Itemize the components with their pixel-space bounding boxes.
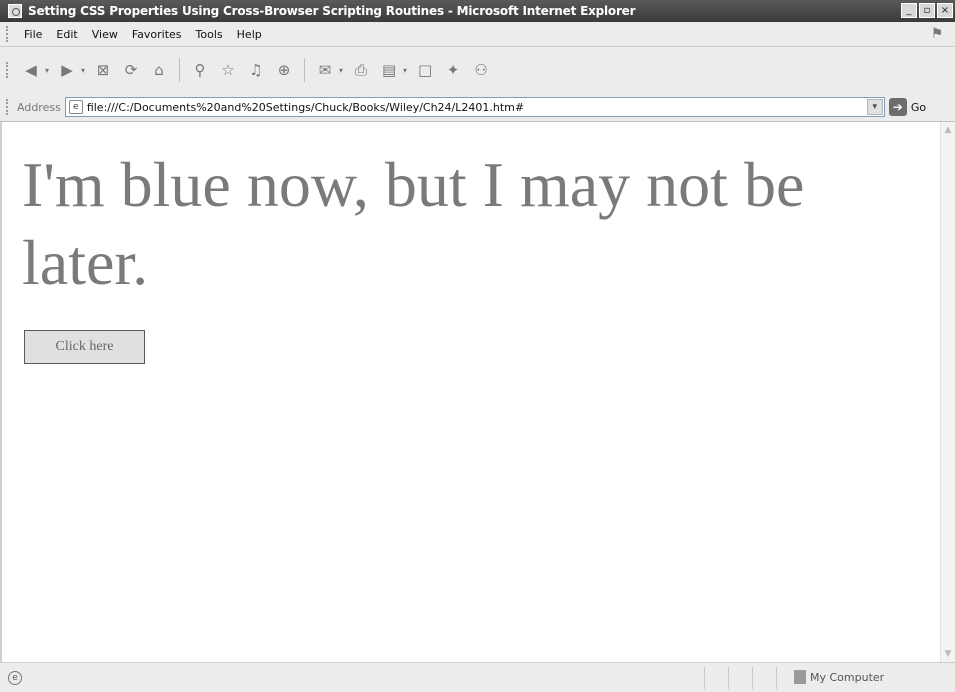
back-dropdown-icon[interactable]: ▾ (45, 66, 49, 75)
security-zone: My Computer (794, 670, 884, 684)
maximize-button[interactable]: ▫ (919, 3, 935, 18)
mail-dropdown-icon[interactable]: ▾ (339, 66, 343, 75)
edit-dropdown-icon[interactable]: ▾ (403, 66, 407, 75)
close-button[interactable]: × (937, 3, 953, 18)
menu-help[interactable]: Help (230, 28, 269, 41)
browser-window: Setting CSS Properties Using Cross-Brows… (0, 0, 955, 692)
media-icon[interactable]: ♫ (244, 58, 268, 82)
messenger-icon[interactable]: ✦ (441, 58, 465, 82)
history-icon[interactable]: ⊕ (272, 58, 296, 82)
zone-label: My Computer (810, 670, 885, 684)
page-content: I'm blue now, but I may not be later. Cl… (2, 122, 940, 662)
menu-view[interactable]: View (85, 28, 125, 41)
standard-toolbar: ◀ ▾ ▶ ▾ ⊠ ⟳ ⌂ ⚲ ☆ ♫ ⊕ ✉ ▾ ⎙ ▤ ▾ □ ✦ ⚇ (0, 47, 955, 94)
stop-icon[interactable]: ⊠ (91, 58, 115, 82)
status-bar: e My Computer (0, 662, 955, 692)
page-icon: e (68, 100, 83, 114)
toolbar-grip[interactable] (6, 62, 11, 78)
status-divider (752, 667, 753, 689)
print-icon[interactable]: ⎙ (349, 58, 373, 82)
address-url[interactable]: file:///C:/Documents%20and%20Settings/Ch… (87, 101, 524, 114)
computer-icon (794, 670, 806, 684)
vertical-scrollbar[interactable]: ▲ ▼ (940, 122, 955, 662)
title-bar[interactable]: Setting CSS Properties Using Cross-Brows… (0, 0, 955, 22)
page-heading: I'm blue now, but I may not be later. (22, 149, 805, 298)
scroll-down-icon[interactable]: ▼ (941, 646, 955, 662)
minimize-button[interactable]: _ (901, 3, 917, 18)
favorites-icon[interactable]: ☆ (216, 58, 240, 82)
menu-file[interactable]: File (17, 28, 49, 41)
go-button[interactable]: ➔ Go (888, 98, 926, 116)
toolbar-grip[interactable] (6, 99, 11, 115)
status-divider (728, 667, 729, 689)
status-divider (776, 667, 777, 689)
address-input[interactable]: e file:///C:/Documents%20and%20Settings/… (64, 97, 885, 117)
menu-tools[interactable]: Tools (189, 28, 230, 41)
search-icon[interactable]: ⚲ (188, 58, 212, 82)
address-dropdown-icon[interactable]: ▾ (866, 99, 883, 115)
window-controls: _ ▫ × (901, 3, 953, 18)
forward-dropdown-icon[interactable]: ▾ (81, 66, 85, 75)
window-title: Setting CSS Properties Using Cross-Brows… (28, 4, 636, 18)
research-icon[interactable]: ⚇ (469, 58, 493, 82)
forward-icon[interactable]: ▶ (55, 58, 79, 82)
click-here-button[interactable]: Click here (24, 330, 145, 364)
home-icon[interactable]: ⌂ (147, 58, 171, 82)
status-divider (704, 667, 705, 689)
menu-favorites[interactable]: Favorites (125, 28, 189, 41)
status-page-icon: e (8, 671, 22, 685)
scroll-up-icon[interactable]: ▲ (941, 122, 955, 138)
page-viewport: I'm blue now, but I may not be later. Cl… (0, 122, 955, 662)
discuss-icon[interactable]: □ (413, 58, 437, 82)
refresh-icon[interactable]: ⟳ (119, 58, 143, 82)
address-bar: Address e file:///C:/Documents%20and%20S… (0, 93, 955, 122)
toolbar-separator (179, 58, 181, 82)
go-label[interactable]: Go (911, 101, 926, 114)
menu-bar: File Edit View Favorites Tools Help ⚑ (0, 22, 955, 47)
go-arrow-icon[interactable]: ➔ (888, 98, 907, 116)
mail-icon[interactable]: ✉ (313, 58, 337, 82)
back-icon[interactable]: ◀ (19, 58, 43, 82)
menu-edit[interactable]: Edit (49, 28, 84, 41)
windows-logo-icon: ⚑ (930, 26, 944, 42)
ie-page-icon (8, 4, 22, 18)
toolbar-separator (304, 58, 306, 82)
address-label: Address (17, 100, 61, 114)
toolbar-grip[interactable] (6, 26, 11, 42)
edit-icon[interactable]: ▤ (377, 58, 401, 82)
